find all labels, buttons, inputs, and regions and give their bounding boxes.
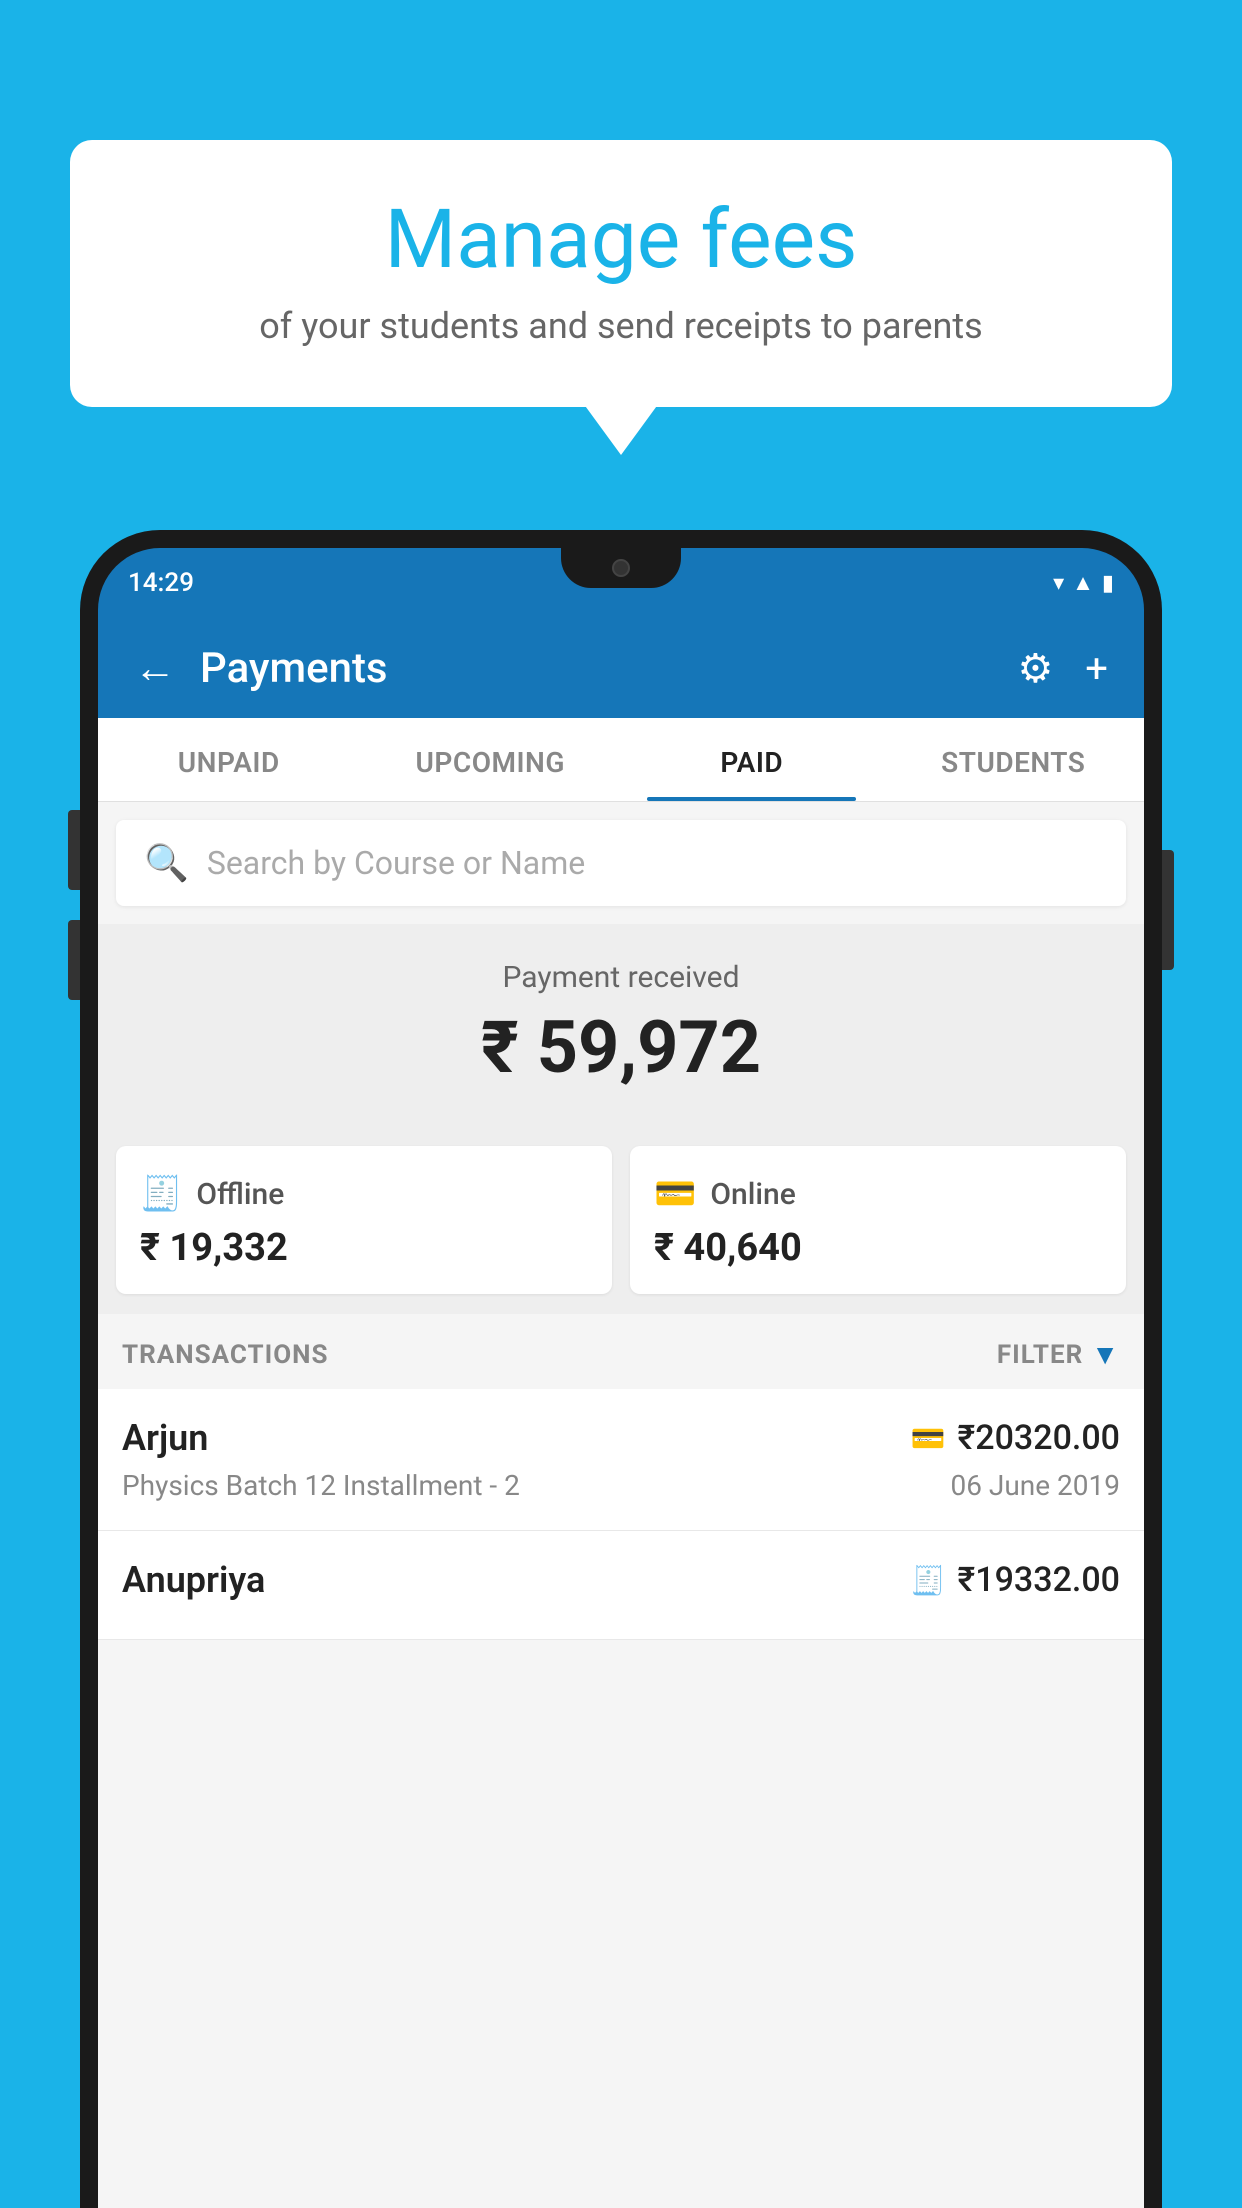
- online-label: Online: [710, 1177, 795, 1212]
- settings-icon[interactable]: ⚙: [1017, 645, 1053, 692]
- battery-icon: ▮: [1102, 571, 1114, 596]
- transaction-detail: Physics Batch 12 Installment - 2: [122, 1469, 520, 1502]
- tab-upcoming[interactable]: UPCOMING: [360, 718, 622, 801]
- app-content: ← Payments ⚙ + UNPAID UPCOMING PAID STUD…: [98, 618, 1144, 2208]
- payment-received-label: Payment received: [98, 960, 1144, 995]
- transactions-label: TRANSACTIONS: [122, 1340, 328, 1370]
- search-icon: 🔍: [144, 842, 189, 884]
- status-icons: ▾ ▲ ▮: [1053, 570, 1114, 596]
- search-placeholder: Search by Course or Name: [207, 844, 585, 882]
- status-time: 14:29: [128, 568, 194, 598]
- transaction-row1: Arjun 💳 ₹20320.00: [122, 1417, 1120, 1459]
- tab-paid[interactable]: PAID: [621, 718, 883, 801]
- tab-students[interactable]: STUDENTS: [883, 718, 1145, 801]
- transaction-date: 06 June 2019: [950, 1469, 1120, 1502]
- transaction-amount: ₹20320.00: [958, 1418, 1120, 1458]
- status-bar: 14:29 ▾ ▲ ▮: [98, 548, 1144, 618]
- volume-down-button: [68, 920, 80, 1000]
- online-amount: ₹ 40,640: [654, 1226, 1102, 1270]
- search-bar[interactable]: 🔍 Search by Course or Name: [116, 820, 1126, 906]
- camera: [612, 559, 630, 577]
- power-button: [1162, 850, 1174, 970]
- speech-bubble: Manage fees of your students and send re…: [70, 140, 1172, 407]
- manage-fees-title: Manage fees: [130, 195, 1112, 285]
- transaction-item-anupriya[interactable]: Anupriya 🧾 ₹19332.00: [98, 1531, 1144, 1640]
- transaction-name: Arjun: [122, 1417, 208, 1459]
- offline-payment-card: 🧾 Offline ₹ 19,332: [116, 1146, 612, 1294]
- transaction-amount-row-2: 🧾 ₹19332.00: [911, 1560, 1120, 1600]
- transactions-header: TRANSACTIONS FILTER ▼: [98, 1314, 1144, 1389]
- offline-card-header: 🧾 Offline: [140, 1174, 588, 1214]
- online-icon: 💳: [654, 1174, 696, 1214]
- payment-received-amount: ₹ 59,972: [98, 1005, 1144, 1090]
- app-header: ← Payments ⚙ +: [98, 618, 1144, 718]
- offline-label: Offline: [196, 1177, 284, 1212]
- filter-button[interactable]: FILTER ▼: [997, 1338, 1120, 1371]
- add-icon[interactable]: +: [1085, 645, 1108, 692]
- offline-payment-icon: 🧾: [911, 1564, 946, 1597]
- filter-icon: ▼: [1091, 1338, 1120, 1371]
- transaction-row2: Physics Batch 12 Installment - 2 06 June…: [122, 1469, 1120, 1502]
- volume-up-button: [68, 810, 80, 890]
- transaction-item-arjun[interactable]: Arjun 💳 ₹20320.00 Physics Batch 12 Insta…: [98, 1389, 1144, 1531]
- transaction-name-2: Anupriya: [122, 1559, 265, 1601]
- signal-icon: ▲: [1072, 570, 1094, 596]
- phone-frame: 14:29 ▾ ▲ ▮ ← Payments ⚙ + UNPAID UPCOMI…: [80, 530, 1162, 2208]
- header-icons: ⚙ +: [1017, 645, 1108, 692]
- online-payment-card: 💳 Online ₹ 40,640: [630, 1146, 1126, 1294]
- online-card-header: 💳 Online: [654, 1174, 1102, 1214]
- transaction-row1-2: Anupriya 🧾 ₹19332.00: [122, 1559, 1120, 1601]
- speech-bubble-container: Manage fees of your students and send re…: [70, 140, 1172, 407]
- transaction-amount-2: ₹19332.00: [958, 1560, 1120, 1600]
- tabs-bar: UNPAID UPCOMING PAID STUDENTS: [98, 718, 1144, 802]
- card-payment-icon: 💳: [911, 1422, 946, 1455]
- filter-label: FILTER: [997, 1340, 1083, 1370]
- wifi-icon: ▾: [1053, 571, 1064, 596]
- back-button[interactable]: ←: [134, 644, 176, 693]
- transaction-amount-row: 💳 ₹20320.00: [911, 1418, 1120, 1458]
- manage-fees-subtitle: of your students and send receipts to pa…: [130, 305, 1112, 347]
- offline-icon: 🧾: [140, 1174, 182, 1214]
- page-title: Payments: [200, 644, 1017, 693]
- payment-cards: 🧾 Offline ₹ 19,332 💳 Online ₹ 40,640: [98, 1126, 1144, 1314]
- notch: [561, 548, 681, 588]
- payment-received-section: Payment received ₹ 59,972: [98, 924, 1144, 1126]
- offline-amount: ₹ 19,332: [140, 1226, 588, 1270]
- tab-unpaid[interactable]: UNPAID: [98, 718, 360, 801]
